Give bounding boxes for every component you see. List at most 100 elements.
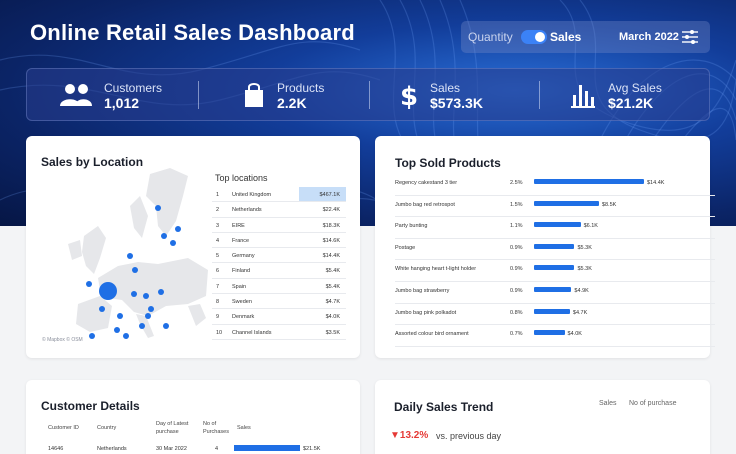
product-row[interactable]: Jumbo bag pink polkadot 0.8% $4.7K [395,304,715,326]
column-header-latest-purchase[interactable]: Day of Latest purchase [156,420,201,436]
product-bar [534,308,570,314]
product-bar [534,287,572,292]
location-row[interactable]: 3 EIRE $18.3K [212,218,346,233]
product-share: 0.8% [510,309,523,316]
filter-sliders-icon[interactable] [681,28,699,46]
marker-denmark[interactable] [132,267,138,273]
location-rank: 5 [216,253,220,260]
toggle-label-sales[interactable]: Sales [550,30,581,44]
svg-text:$: $ [400,82,418,110]
metric-toggle[interactable] [521,30,547,44]
customer-country: Netherlands [97,446,127,452]
map-credit: © Mapbox © OSM [42,337,83,343]
location-rank: 6 [216,268,220,275]
marker-norway[interactable] [175,226,181,232]
legend-sales[interactable]: Sales [599,400,617,407]
product-row[interactable]: Assorted colour bird ornament 0.7% $4.0K [395,325,715,347]
location-country: Spain [232,283,247,290]
location-country: Channel Islands [232,329,272,336]
product-share: 0.9% [510,288,523,294]
marker-switzerland[interactable] [139,323,145,329]
product-name: White hanging heart t-light holder [395,266,477,273]
column-header-purchases[interactable]: No of Purchases [203,420,235,436]
marker-estonia[interactable] [161,233,167,239]
kpi-label: Products [277,81,325,95]
period-selector[interactable]: March 2022 [619,31,679,43]
location-row[interactable]: 2 Netherlands $22.4K [212,202,346,218]
location-country: United Kingdom [232,192,272,198]
marker-eire[interactable] [86,281,92,287]
customer-latest-purchase: 30 Mar 2022 [156,446,187,452]
marker-germany[interactable] [143,293,149,299]
kpi-avg-sales: Avg Sales $21.2K [540,69,710,122]
column-header-customer-id[interactable]: Customer ID [48,425,79,431]
product-name: Jumbo bag red retrospot [395,201,455,208]
product-share: 1.5% [510,201,523,208]
product-value: $14.4K [647,180,665,186]
location-sales: $14.4K [322,253,340,260]
product-name: Regency cakestand 3 tier [395,180,458,186]
location-row[interactable]: 6 Finland $5.4K [212,263,346,279]
product-value: $4.9K [574,288,589,294]
product-row[interactable]: Party bunting 1.1% $6.1K [395,217,715,239]
location-sales: $14.6K [322,237,340,244]
product-share: 0.9% [510,244,523,251]
marker-united-kingdom[interactable] [99,282,117,300]
product-bar [534,200,599,206]
column-header-country[interactable]: Country [97,425,116,431]
product-value: $5.3K [577,244,592,251]
product-row[interactable]: Regency cakestand 3 tier 2.5% $14.4K [395,174,715,196]
location-country: EIRE [232,222,245,229]
product-share: 2.5% [510,180,523,186]
europe-map[interactable] [38,166,218,344]
product-row[interactable]: Postage 0.9% $5.3K [395,239,715,261]
location-row[interactable]: 4 France $14.6K [212,233,346,249]
location-rank: 4 [216,237,220,244]
marker-belgium[interactable] [114,327,120,333]
marker-sweden[interactable] [155,205,161,211]
kpi-customers: Customers 1,012 [27,69,197,122]
location-row[interactable]: 1 United Kingdom $467.1K [212,187,346,203]
product-name: Party bunting [395,223,428,230]
product-row[interactable]: Jumbo bag red retrospot 1.5% $8.5K [395,196,715,218]
location-sales: $4.7K [325,299,340,306]
marker-poland[interactable] [158,289,164,295]
location-row[interactable]: 5 Germany $14.4K [212,248,346,264]
product-share: 1.1% [510,223,523,230]
product-bar [534,179,644,184]
column-header-sales[interactable]: Sales [237,425,251,431]
marker-netherlands[interactable] [131,291,137,297]
product-row[interactable]: White hanging heart t-light holder 0.9% $5… [395,260,715,282]
marker-portugal[interactable] [123,333,129,339]
location-row[interactable]: 8 Sweden $4.7K [212,294,346,310]
marker-austria[interactable] [145,313,151,319]
shopping-bag-icon [245,83,263,107]
marker-czech[interactable] [148,306,154,312]
marker-channel-islands[interactable] [99,306,105,312]
location-row[interactable]: 10 Channel Islands $3.5K [212,325,346,340]
product-value: $8.5K [601,201,617,208]
toggle-label-quantity[interactable]: Quantity [468,30,513,44]
product-bar [534,265,575,271]
location-sales: $3.5K [325,329,340,336]
location-row[interactable]: 9 Denmark $4.0K [212,309,346,325]
marker-finland[interactable] [170,240,176,246]
location-markers [86,205,181,339]
product-value: $6.1K [583,223,598,230]
product-name: Jumbo bag strawberry [395,288,450,294]
kpi-bar: Customers 1,012 Products 2.2K $ Sales $5… [26,68,710,121]
kpi-value: 1,012 [104,95,140,111]
marker-spain[interactable] [89,333,95,339]
marker-italy[interactable] [163,323,169,329]
top-locations-table: 1 United Kingdom $467.1K 2 Netherlands $22.4K… [212,187,346,340]
legend-no-of-purchase[interactable]: No of purchase [629,400,676,407]
product-row[interactable]: Jumbo bag strawberry 0.9% $4.9K [395,282,715,304]
dollar-icon: $ [400,82,418,110]
customer-purchases: 4 [215,446,219,452]
marker-france[interactable] [117,313,123,319]
location-country: France [232,237,250,244]
location-sales: $22.4K [322,207,340,214]
location-country: Germany [232,253,255,260]
location-row[interactable]: 7 Spain $5.4K [212,279,346,295]
marker-lithuania[interactable] [127,253,133,259]
